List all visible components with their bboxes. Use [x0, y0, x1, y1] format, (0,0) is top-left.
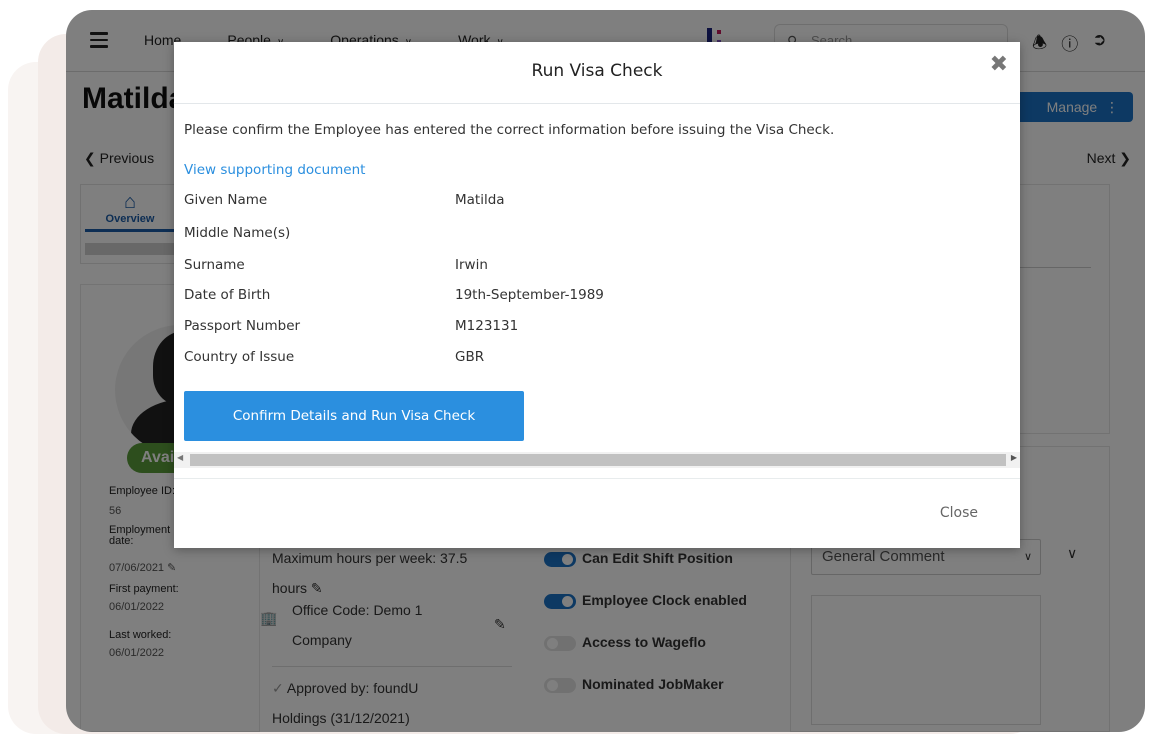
close-button[interactable]: Close [940, 505, 978, 521]
scroll-left-icon[interactable]: ◀ [177, 453, 183, 462]
modal-header: Run Visa Check ✖ [174, 42, 1020, 104]
view-supporting-document-link[interactable]: View supporting document [184, 162, 365, 178]
confirm-and-run-visa-check-button[interactable]: Confirm Details and Run Visa Check [184, 391, 524, 441]
visa-check-modal: Run Visa Check ✖ Please confirm the Empl… [174, 42, 1020, 548]
scroll-right-icon[interactable]: ▶ [1011, 453, 1017, 462]
modal-intro-text: Please confirm the Employee has entered … [184, 122, 835, 138]
scrollbar-thumb[interactable] [190, 454, 1006, 466]
close-icon[interactable]: ✖ [990, 52, 1008, 77]
modal-title: Run Visa Check [531, 61, 663, 81]
modal-footer: Close [174, 478, 1020, 548]
horizontal-scrollbar[interactable]: ◀ ▶ [174, 452, 1020, 468]
